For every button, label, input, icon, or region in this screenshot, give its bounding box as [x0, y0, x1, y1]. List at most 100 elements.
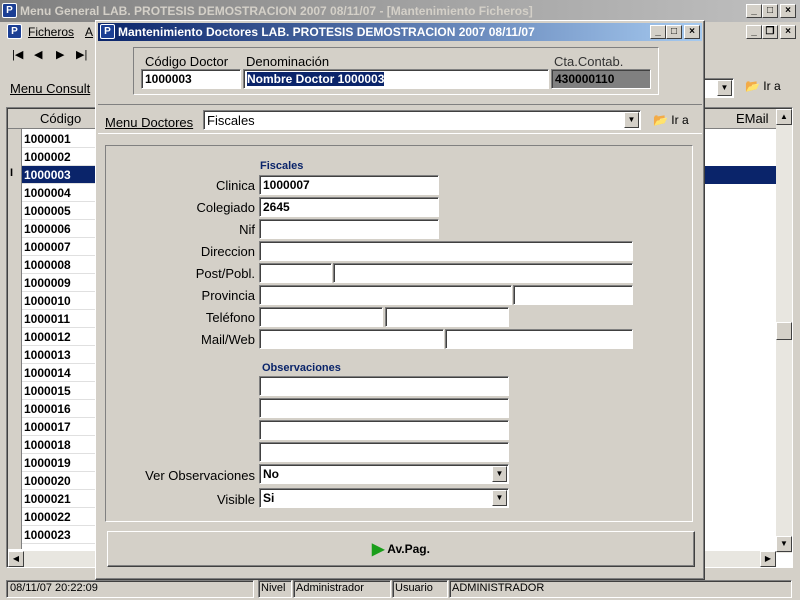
telefono1-field[interactable] — [259, 307, 383, 327]
provincia-field[interactable] — [259, 285, 512, 305]
consult-combo-arrow-icon[interactable]: ▼ — [717, 80, 732, 96]
grid-row-indicator-column — [8, 129, 22, 549]
colegiado-field[interactable]: 2645 — [259, 197, 439, 217]
scroll-right-button[interactable]: ▶ — [760, 551, 776, 567]
menu-ficheros[interactable]: Ficheros — [28, 22, 74, 42]
grid-header-codigo[interactable]: Código — [40, 111, 81, 126]
consult-combo[interactable]: ▼ — [700, 78, 734, 98]
folder-icon: 📂 — [745, 79, 760, 93]
telefono2-field[interactable] — [385, 307, 509, 327]
grid-row-codigo[interactable]: 1000021 — [22, 490, 98, 508]
child-close-button[interactable]: × — [780, 25, 796, 39]
mail-field[interactable] — [259, 329, 444, 349]
status-bar: 08/11/07 20:22:09 Nivel Administrador Us… — [0, 578, 800, 600]
menu-doctores-value: Fiscales — [207, 113, 255, 128]
main-maximize-button[interactable]: □ — [762, 4, 778, 18]
status-nivel-value: Administrador — [293, 580, 391, 598]
ver-observaciones-arrow-icon[interactable]: ▼ — [492, 466, 507, 482]
grid-row-codigo[interactable]: 1000016 — [22, 400, 98, 418]
menu-doctores-label: Menu Doctores — [105, 115, 194, 130]
grid-row-codigo[interactable]: 1000001 — [22, 130, 98, 148]
main-minimize-button[interactable]: _ — [746, 4, 762, 18]
postal-field[interactable] — [259, 263, 332, 283]
grid-row-codigo[interactable]: 1000006 — [22, 220, 98, 238]
child-restore-button[interactable]: ❐ — [762, 25, 778, 39]
dialog-app-icon: P — [100, 24, 115, 39]
observaciones-header: Observaciones — [262, 362, 341, 374]
dialog-folder-icon: 📂 — [653, 113, 668, 127]
ver-observaciones-combo[interactable]: No ▼ — [259, 464, 509, 484]
grid-row-codigo[interactable]: 1000010 — [22, 292, 98, 310]
grid-row-codigo[interactable]: 1000007 — [22, 238, 98, 256]
visible-arrow-icon[interactable]: ▼ — [492, 490, 507, 506]
poblacion-field[interactable] — [333, 263, 633, 283]
grid-row-codigo[interactable]: 1000012 — [22, 328, 98, 346]
grid-row-codigo[interactable]: 1000023 — [22, 526, 98, 544]
grid-row-codigo[interactable]: 1000019 — [22, 454, 98, 472]
child-minimize-button[interactable]: _ — [746, 25, 762, 39]
provincia-label: Provincia — [201, 288, 255, 303]
nif-field[interactable] — [259, 219, 439, 239]
grid-row-codigo[interactable]: 1000013 — [22, 346, 98, 364]
status-nivel-label: Nivel — [258, 580, 292, 598]
grid-row-codigo[interactable]: 1000011 — [22, 310, 98, 328]
visible-combo[interactable]: Si ▼ — [259, 488, 509, 508]
grid-header-email[interactable]: EMail — [736, 111, 769, 126]
selected-row-highlight-right — [704, 166, 776, 184]
grid-row-codigo[interactable]: 1000002 — [22, 148, 98, 166]
app-icon: P — [2, 3, 17, 18]
dialog-close-button[interactable]: × — [684, 25, 700, 39]
grid-row-codigo[interactable]: 1000022 — [22, 508, 98, 526]
main-close-button[interactable]: × — [780, 4, 796, 18]
menu-a[interactable]: A — [85, 22, 93, 42]
dialog-ira-button[interactable]: 📂 Ir a — [653, 113, 699, 131]
codigo-field[interactable]: 1000003 — [141, 69, 241, 89]
grid-row-codigo[interactable]: 1000004 — [22, 184, 98, 202]
visible-value: Si — [263, 491, 275, 505]
observaciones-line-4[interactable] — [259, 442, 509, 462]
denominacion-label: Denominación — [246, 54, 330, 69]
pais-field[interactable] — [513, 285, 633, 305]
observaciones-line-2[interactable] — [259, 398, 509, 418]
grid-row-codigo[interactable]: 1000003 — [22, 166, 98, 184]
main-title: Menu General LAB. PROTESIS DEMOSTRACION … — [20, 4, 533, 18]
grid-row-codigo[interactable]: 1000017 — [22, 418, 98, 436]
web-field[interactable] — [445, 329, 633, 349]
grid-row-codigo[interactable]: 1000018 — [22, 436, 98, 454]
direccion-field[interactable] — [259, 241, 633, 261]
visible-label: Visible — [216, 492, 255, 507]
nav-toolbar: |◀ ◀ ▶ ▶| — [0, 44, 100, 68]
first-record-icon[interactable]: |◀ — [12, 48, 23, 61]
menu-doctores-arrow-icon[interactable]: ▼ — [624, 112, 639, 128]
status-datetime: 08/11/07 20:22:09 — [6, 580, 254, 598]
grid-row-codigo[interactable]: 1000015 — [22, 382, 98, 400]
main-ira-button[interactable]: 📂 Ir a — [745, 79, 793, 97]
scroll-down-button[interactable]: ▼ — [776, 536, 792, 552]
cta-label: Cta.Contab. — [554, 54, 624, 69]
status-usuario-label: Usuario — [392, 580, 448, 598]
menu-doctores-combo[interactable]: Fiscales ▼ — [203, 110, 641, 130]
dialog-title: Mantenimiento Doctores LAB. PROTESIS DEM… — [118, 25, 535, 39]
prev-record-icon[interactable]: ◀ — [34, 48, 42, 61]
scroll-left-button[interactable]: ◀ — [8, 551, 24, 567]
direccion-label: Direccion — [200, 244, 255, 259]
grid-row-codigo[interactable]: 1000014 — [22, 364, 98, 382]
clinica-field[interactable]: 1000007 — [259, 175, 439, 195]
avpag-button[interactable]: ▶ Av.Pag. — [107, 531, 695, 567]
grid-row-codigo[interactable]: 1000005 — [22, 202, 98, 220]
last-record-icon[interactable]: ▶| — [76, 48, 87, 61]
observaciones-line-3[interactable] — [259, 420, 509, 440]
dialog-minimize-button[interactable]: _ — [650, 25, 666, 39]
denominacion-field[interactable]: Nombre Doctor 1000003 — [243, 69, 549, 89]
grid-row-codigo[interactable]: 1000009 — [22, 274, 98, 292]
dialog-titlebar: P Mantenimiento Doctores LAB. PROTESIS D… — [98, 23, 702, 41]
observaciones-line-1[interactable] — [259, 376, 509, 396]
avpag-label: Av.Pag. — [387, 542, 430, 556]
scroll-thumb[interactable] — [776, 322, 792, 340]
dialog-maximize-button[interactable]: □ — [666, 25, 682, 39]
row-cursor-icon: I — [10, 167, 14, 179]
next-record-icon[interactable]: ▶ — [56, 48, 64, 61]
scroll-up-button[interactable]: ▲ — [776, 109, 792, 125]
grid-row-codigo[interactable]: 1000008 — [22, 256, 98, 274]
grid-row-codigo[interactable]: 1000020 — [22, 472, 98, 490]
